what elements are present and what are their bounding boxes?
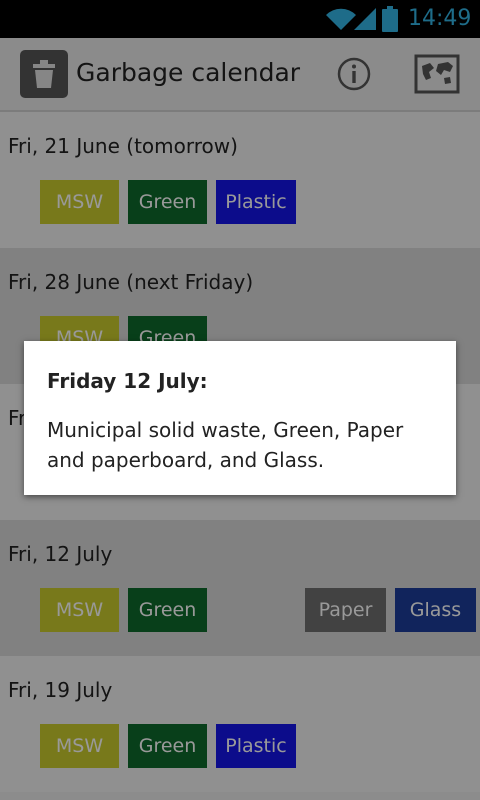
dialog-title: Friday 12 July: xyxy=(47,369,208,393)
dialog-body: Municipal solid waste, Green, Paper and … xyxy=(47,418,404,472)
details-dialog: Friday 12 July: Municipal solid waste, G… xyxy=(24,341,456,495)
